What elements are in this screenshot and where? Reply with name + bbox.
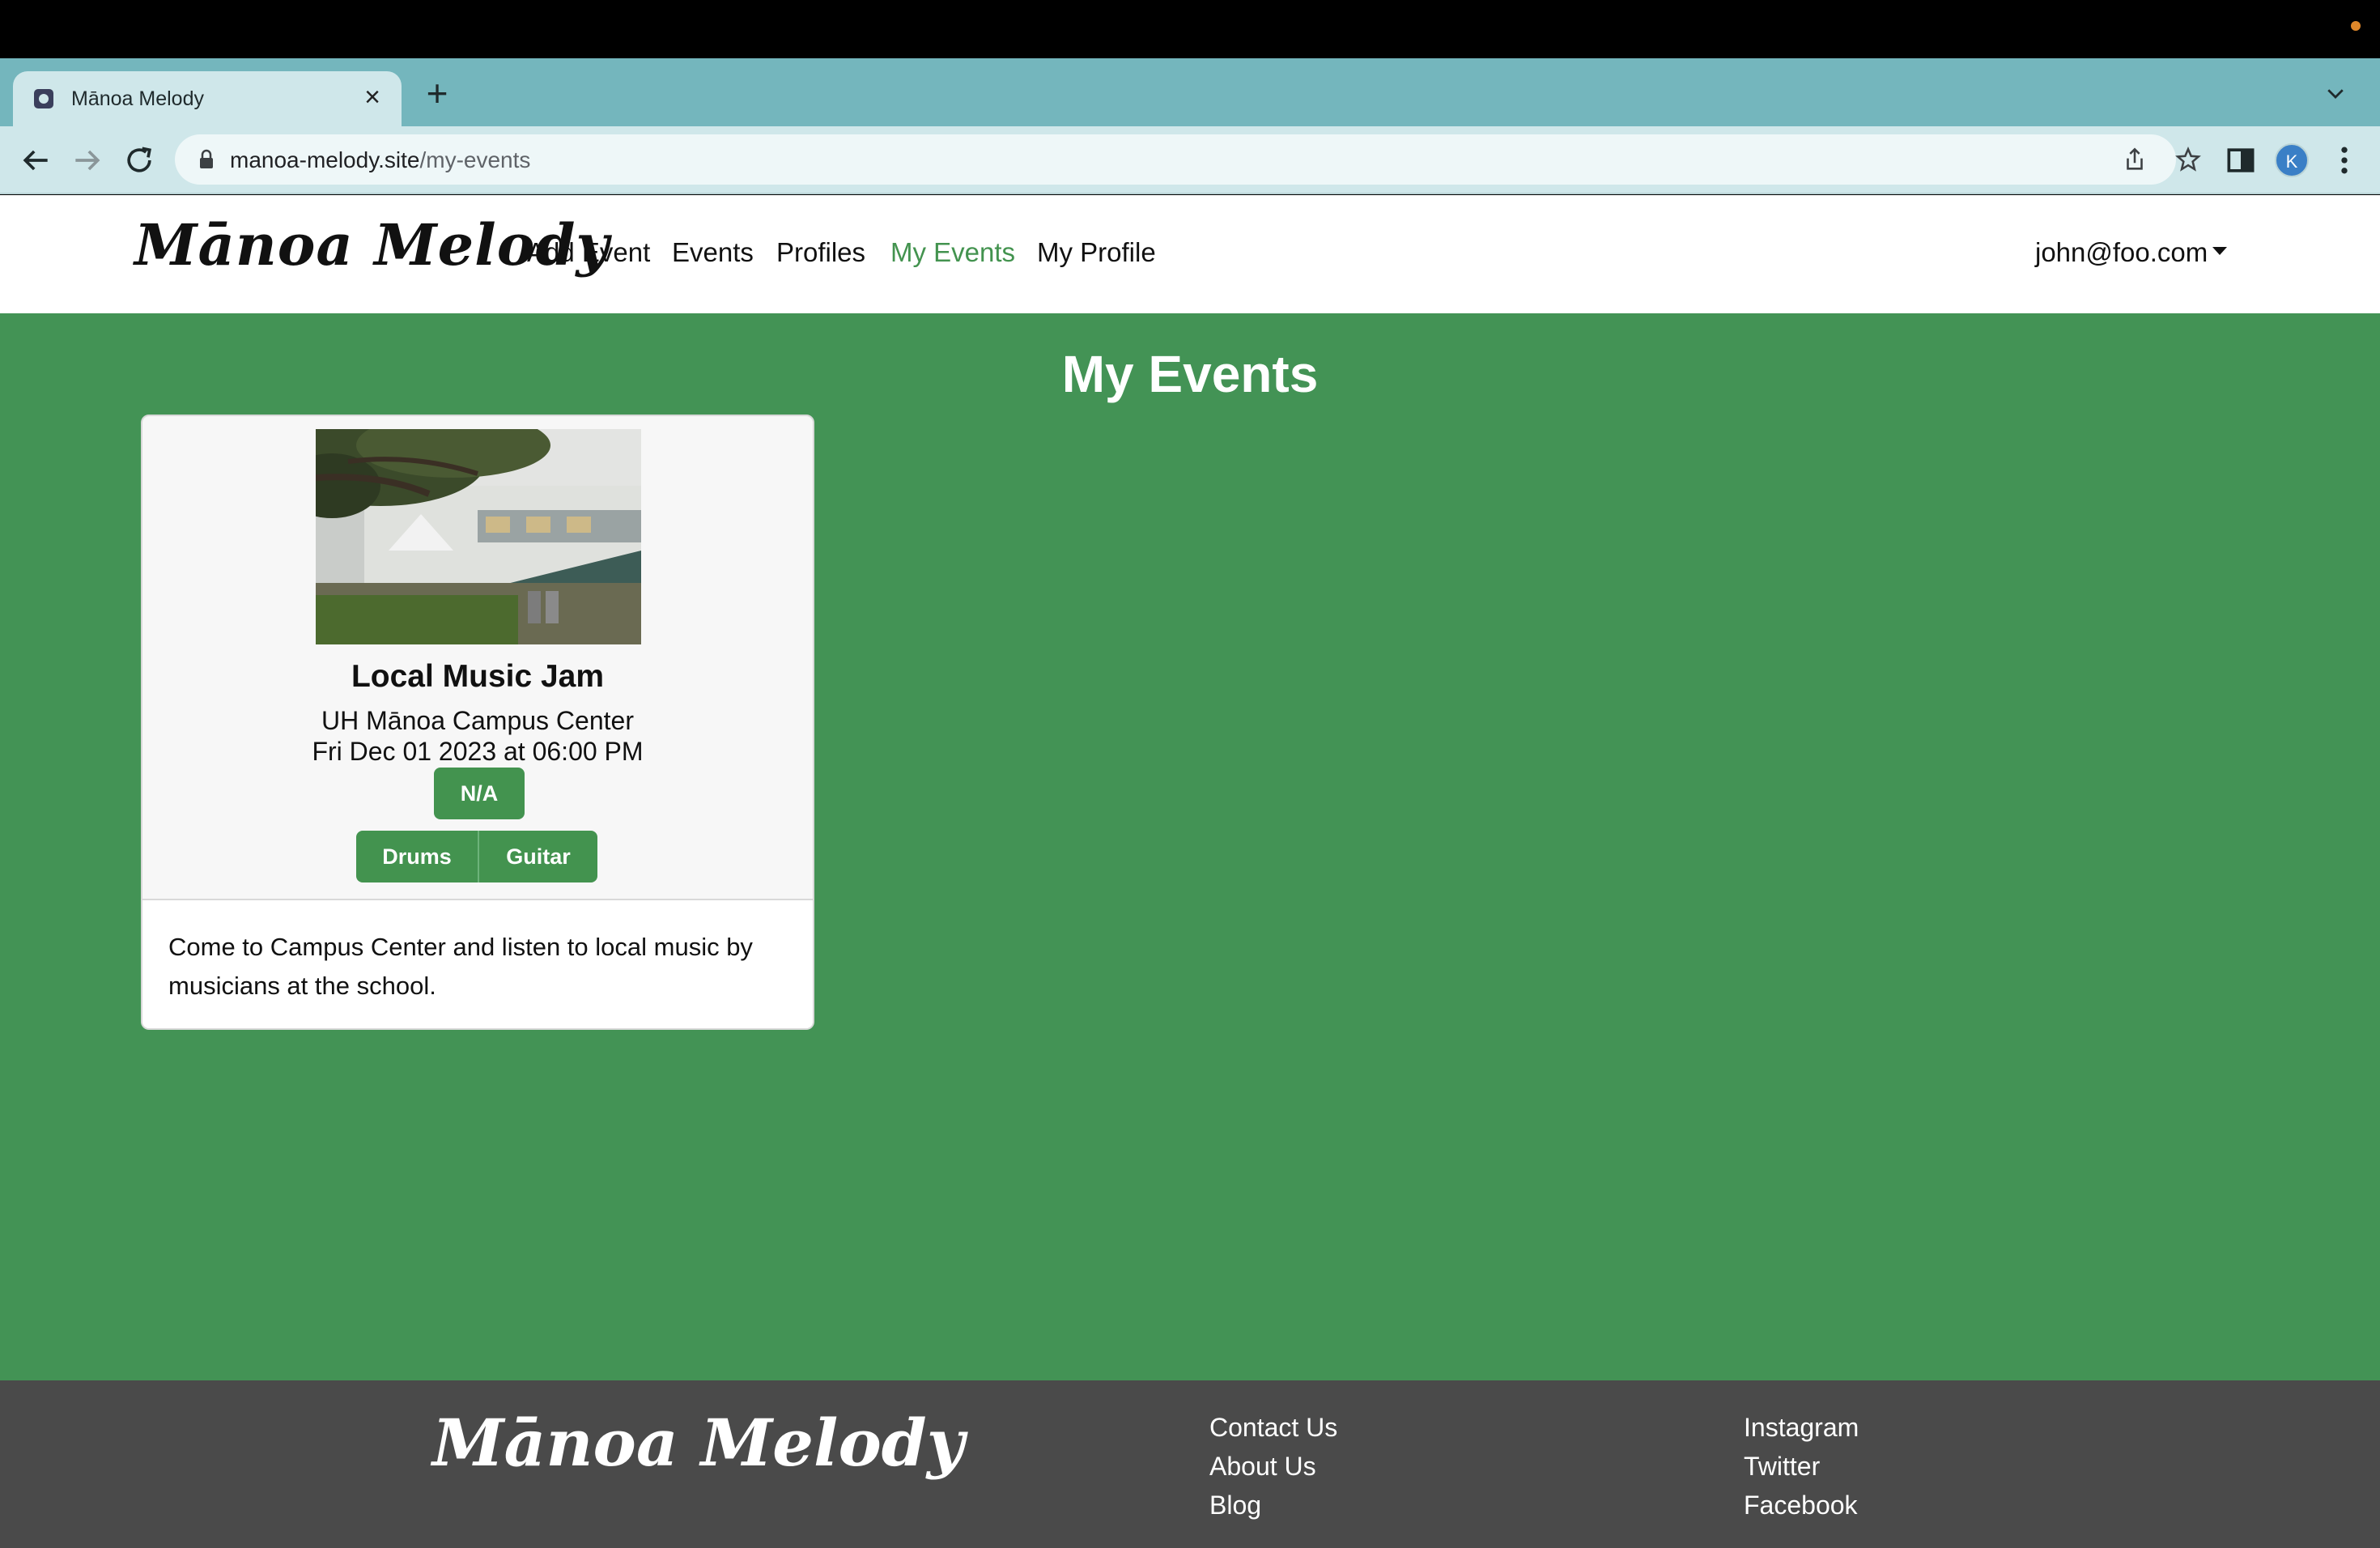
footer-link-about[interactable]: About Us [1209, 1447, 1337, 1486]
profile-avatar[interactable]: K [2275, 143, 2309, 177]
event-image [316, 429, 641, 644]
event-datetime: Fri Dec 01 2023 at 06:00 PM [312, 737, 644, 766]
browser-tab[interactable]: Mānoa Melody × [13, 71, 402, 126]
caret-down-icon [2212, 247, 2228, 256]
new-tab-icon[interactable]: + [418, 74, 457, 113]
tab-search-chevron-icon[interactable] [2323, 81, 2348, 105]
event-card-body: Come to Campus Center and listen to loca… [142, 899, 813, 1028]
recording-indicator-icon [2351, 21, 2361, 31]
footer-link-instagram[interactable]: Instagram [1744, 1408, 1859, 1447]
event-card: Local Music Jam UH Mānoa Campus Center F… [141, 415, 814, 1030]
site-footer: Mānoa Melody Contact Us About Us Blog In… [0, 1380, 2380, 1548]
address-bar[interactable]: manoa-melody.site/my-events [175, 134, 2201, 185]
event-location: UH Mānoa Campus Center [321, 706, 634, 735]
footer-link-blog[interactable]: Blog [1209, 1486, 1337, 1525]
footer-logo: Mānoa Melody [432, 1405, 965, 1481]
nav-my-profile[interactable]: My Profile [1037, 237, 1156, 268]
url-text: manoa-melody.site/my-events [230, 147, 531, 172]
forward-icon[interactable] [70, 142, 105, 178]
browser-tab-strip: Mānoa Melody × + [0, 58, 2380, 126]
tab-title: Mānoa Melody [71, 87, 204, 110]
footer-link-twitter[interactable]: Twitter [1744, 1447, 1859, 1486]
main-content: My Events Local Music Jam UH Mānoa Campu… [0, 313, 2380, 1380]
page-title: My Events [1061, 345, 1319, 403]
footer-links-company: Contact Us About Us Blog [1209, 1408, 1337, 1525]
nav-add-event[interactable]: Add Event [527, 237, 650, 268]
user-email: john@foo.com [2035, 237, 2208, 267]
bookmark-star-icon[interactable] [2174, 146, 2202, 173]
nav-my-events[interactable]: My Events [890, 237, 1015, 268]
side-panel-icon[interactable] [2223, 142, 2259, 178]
event-title: Local Music Jam [351, 659, 605, 694]
user-dropdown[interactable]: john@foo.com [2035, 237, 2228, 268]
event-card-header: Local Music Jam UH Mānoa Campus Center F… [142, 416, 813, 899]
instrument-guitar-button[interactable]: Guitar [479, 831, 597, 882]
reload-icon[interactable] [121, 142, 157, 178]
instrument-drums-button[interactable]: Drums [356, 831, 479, 882]
event-badge[interactable]: N/A [434, 768, 525, 819]
favicon-icon [34, 89, 53, 108]
browser-toolbar: manoa-melody.site/my-events K [0, 126, 2380, 194]
nav-events[interactable]: Events [672, 237, 754, 268]
nav-profiles[interactable]: Profiles [776, 237, 865, 268]
event-description: Come to Campus Center and listen to loca… [168, 933, 753, 1000]
footer-link-contact[interactable]: Contact Us [1209, 1408, 1337, 1447]
instrument-button-group: Drums Guitar [356, 831, 597, 882]
system-menu-bar [0, 0, 2380, 58]
footer-links-social: Instagram Twitter Facebook [1744, 1408, 1859, 1525]
lock-icon[interactable] [198, 149, 215, 170]
site-navbar: Mānoa Melody Add Event Events Profiles M… [0, 195, 2380, 313]
back-icon[interactable] [18, 142, 53, 178]
kebab-menu-icon[interactable] [2327, 142, 2362, 178]
footer-link-facebook[interactable]: Facebook [1744, 1486, 1859, 1525]
share-icon[interactable] [2121, 146, 2148, 173]
close-tab-icon[interactable]: × [358, 83, 387, 112]
